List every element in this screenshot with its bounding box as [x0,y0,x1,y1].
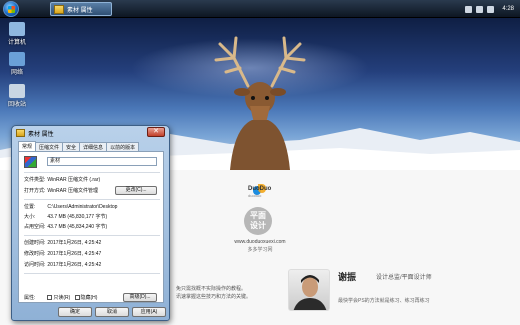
start-button[interactable] [3,1,19,17]
tab-archive[interactable]: 压缩文件 [35,142,64,151]
accessed-value: 2017年1月26日, 4:25:42 [47,262,102,268]
desktop-icon-network[interactable]: 网络 [2,52,32,76]
tab-security[interactable]: 安全 [62,142,81,151]
clock[interactable]: 4:28 [502,6,514,12]
tab-general[interactable]: 常规 [18,141,37,151]
author-name: 谢振 [338,272,357,282]
taskbar-item-label: 素材 属性 [67,8,93,14]
logo-subtext: duoduo [248,193,262,198]
readonly-label: 只读(R) [53,295,71,301]
checkbox-box[interactable] [74,295,80,301]
open-with-label: 打开方式: [24,188,46,194]
dialog-titlebar[interactable]: 素材 属性 ✕ [12,126,169,140]
divider [24,273,160,274]
disk-size-value: 43.7 MB (45,834,240 字节) [47,224,108,230]
taskbar: 素材 属性 4:28 [0,0,520,18]
file-type-label: 文件类型: [24,177,46,183]
location-row: 位置: C:\Users\Administrator\Desktop [24,203,117,210]
category-badge-line1: 平面 [250,211,266,220]
logo-text: DuoDuo [248,186,272,192]
file-name-field[interactable]: 素材 [47,157,157,166]
ok-button[interactable]: 确定 [58,307,92,317]
size-row: 大小: 43.7 MB (45,830,177 字节) [24,213,107,220]
created-row: 创建时间: 2017年1月26日, 4:25:42 [24,239,101,246]
general-panel: 素材 文件类型: WinRAR 压缩文件 (.rar) 打开方式: WinRAR… [18,151,164,303]
desktop-icon-label: 网络 [10,70,23,76]
dialog-button-bar: 确定 取消 应用(A) [12,307,169,319]
system-tray: 4:28 [465,0,520,18]
open-with-row: 打开方式: WinRAR 压缩文件管理 [24,187,98,194]
divider [24,235,160,236]
open-with-value: WinRAR 压缩文件管理 [47,188,98,194]
modified-label: 修改时间: [24,251,46,257]
close-button[interactable]: ✕ [147,127,165,137]
change-button[interactable]: 更改(C)... [115,186,157,195]
category-badge-line2: 设计 [250,221,266,230]
network-icon [9,52,25,66]
accessed-label: 访问时间: [24,262,46,268]
file-type-row: 文件类型: WinRAR 压缩文件 (.rar) [24,176,100,183]
disk-size-label: 占用空间: [24,224,46,230]
winrar-archive-icon [24,156,37,168]
location-value: C:\Users\Administrator\Desktop [47,204,118,210]
tab-previous-versions[interactable]: 以前的版本 [106,142,140,151]
divider [24,172,160,173]
readonly-checkbox[interactable]: 只读(R) [47,295,70,301]
modified-value: 2017年1月26日, 4:25:47 [47,251,102,257]
dialog-title: 素材 属性 [28,132,54,138]
article-intro-line2: 讯速掌握这些技巧和方法的关键。 [176,294,252,300]
desktop-icon-label: 回收站 [7,102,26,108]
desktop-icon-computer[interactable]: 计算机 [2,22,32,46]
created-label: 创建时间: [24,240,46,246]
properties-dialog: 素材 属性 ✕ 常规 压缩文件 安全 详细信息 以前的版本 素材 文件类型: W… [11,125,170,321]
category-badge: 平面 设计 [244,207,272,235]
volume-icon[interactable] [476,5,484,13]
author-description: 最快学会PS的方法就是练习、练习再练习 [338,298,430,304]
site-tagline: 多多学习网 [247,247,273,253]
attributes-row: 属性: 只读(R) 隐藏(H) [24,294,97,301]
person-portrait-icon [293,275,327,310]
article-intro-line1: 免只需找概不实际操作的教程。 [176,286,247,292]
cancel-button[interactable]: 取消 [95,307,129,317]
disk-size-row: 占用空间: 43.7 MB (45,834,240 字节) [24,223,107,230]
deer-illustration [214,36,306,170]
computer-icon [9,22,25,36]
size-value: 43.7 MB (45,830,177 字节) [47,214,108,220]
size-label: 大小: [24,214,36,220]
dialog-tabs: 常规 压缩文件 安全 详细信息 以前的版本 [18,141,140,151]
attributes-label: 属性: [24,295,36,301]
desktop-icon-label: 计算机 [7,40,26,46]
author-avatar [288,269,330,311]
hidden-label: 隐藏(H) [80,295,98,301]
article-intro: 免只需找概不实际操作的教程。 讯速掌握这些技巧和方法的关键。 [176,285,286,301]
apply-button[interactable]: 应用(A) [132,307,166,317]
tab-details[interactable]: 详细信息 [79,142,108,151]
recycle-bin-icon [9,84,25,98]
file-type-value: WinRAR 压缩文件 (.rar) [47,177,101,183]
divider [24,199,160,200]
location-label: 位置: [24,204,36,210]
accessed-row: 访问时间: 2017年1月26日, 4:25:42 [24,261,101,268]
advanced-button[interactable]: 高级(D)... [123,293,157,302]
network-tray-icon[interactable] [465,5,473,13]
folder-icon [54,5,64,14]
flag-icon[interactable] [487,5,495,13]
desktop-icon-recycle-bin[interactable]: 回收站 [2,84,32,108]
created-value: 2017年1月26日, 4:25:42 [47,240,102,246]
taskbar-item-properties[interactable]: 素材 属性 [50,2,112,16]
site-url[interactable]: www.duoduoxuexi.com [231,239,289,245]
modified-row: 修改时间: 2017年1月26日, 4:25:47 [24,250,101,257]
folder-icon [16,129,25,137]
checkbox-box[interactable] [47,295,53,301]
hidden-checkbox[interactable]: 隐藏(H) [74,295,98,301]
author-role: 设计总监/平面设计师 [376,275,432,281]
